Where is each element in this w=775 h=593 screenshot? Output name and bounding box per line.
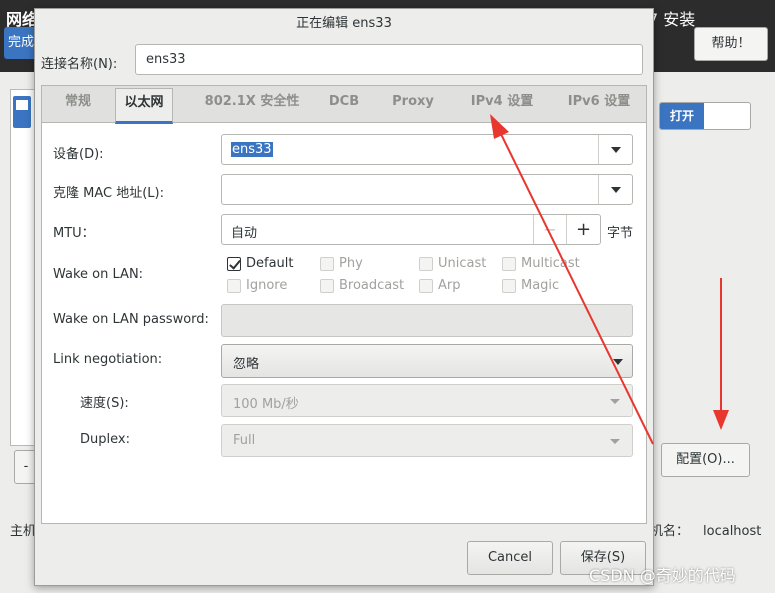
checkbox-icon bbox=[502, 279, 516, 293]
speed-value: 100 Mb/秒 bbox=[233, 397, 299, 412]
link-negotiation-value: 忽略 bbox=[233, 357, 260, 372]
wol-password-input[interactable] bbox=[221, 304, 633, 337]
chevron-down-icon[interactable] bbox=[611, 147, 621, 153]
tab-8021x-security[interactable]: 802.1X 安全性 bbox=[196, 86, 308, 122]
dialog-title: 正在编辑 ens33 bbox=[296, 16, 392, 31]
checkbox-icon bbox=[502, 257, 516, 271]
clone-mac-label: 克隆 MAC 地址(L): bbox=[53, 186, 164, 201]
tab-ipv4-settings[interactable]: IPv4 设置 bbox=[462, 86, 542, 122]
network-card-icon bbox=[13, 96, 31, 128]
tab-ipv6-settings[interactable]: IPv6 设置 bbox=[559, 86, 639, 122]
checkbox-icon bbox=[320, 257, 334, 271]
link-negotiation-label: Link negotiation: bbox=[53, 352, 163, 367]
chevron-down-icon bbox=[613, 359, 623, 365]
chevron-down-icon bbox=[610, 439, 620, 444]
tab-general[interactable]: 常规 bbox=[58, 86, 98, 122]
hostname-row: 机名： localhost bbox=[650, 520, 761, 539]
configure-button[interactable]: 配置(O)... bbox=[661, 443, 750, 477]
checkbox-icon bbox=[320, 279, 334, 293]
done-button[interactable]: 完成 bbox=[4, 27, 38, 59]
installer-product-title: 7 安装 bbox=[648, 10, 696, 29]
cancel-button[interactable]: Cancel bbox=[467, 541, 553, 575]
duplex-select[interactable]: Full bbox=[221, 424, 633, 457]
clone-mac-combo[interactable] bbox=[221, 174, 633, 205]
ethernet-toggle[interactable]: 打开 bbox=[659, 102, 751, 130]
device-label: 设备(D): bbox=[53, 147, 104, 162]
hostname-label: 机名： bbox=[650, 524, 690, 539]
duplex-label: Duplex: bbox=[80, 432, 130, 447]
toggle-on-label: 打开 bbox=[660, 103, 704, 129]
csdn-watermark: CSDN @奇妙的代码 bbox=[589, 566, 736, 585]
wol-password-label: Wake on LAN password: bbox=[53, 312, 209, 327]
checkbox-icon bbox=[419, 279, 433, 293]
device-combo[interactable]: ens33 bbox=[221, 134, 633, 165]
hostname-label-left: 主机 bbox=[10, 524, 37, 539]
tab-ethernet[interactable]: 以太网 bbox=[115, 88, 173, 124]
device-value: ens33 bbox=[231, 142, 273, 157]
connection-name-input[interactable] bbox=[135, 44, 643, 75]
chevron-down-icon bbox=[610, 399, 620, 404]
mtu-increment-button[interactable]: + bbox=[566, 215, 600, 244]
checkbox-icon bbox=[227, 279, 241, 293]
link-negotiation-select[interactable]: 忽略 bbox=[221, 344, 633, 378]
speed-label: 速度(S): bbox=[80, 396, 129, 411]
mtu-label: MTU： bbox=[53, 226, 95, 241]
speed-select[interactable]: 100 Mb/秒 bbox=[221, 384, 633, 417]
checkbox-icon bbox=[227, 257, 241, 271]
connection-name-label: 连接名称(N): bbox=[41, 57, 118, 72]
tab-bar: 常规 以太网 802.1X 安全性 DCB Proxy IPv4 设置 IPv6… bbox=[42, 86, 646, 124]
mtu-spinbutton[interactable]: 自动 − + bbox=[221, 214, 601, 245]
hostname-value: localhost bbox=[703, 524, 762, 539]
help-button[interactable]: 帮助！ bbox=[694, 27, 768, 61]
mtu-decrement-button[interactable]: − bbox=[533, 215, 566, 244]
mtu-value: 自动 bbox=[231, 226, 258, 241]
chevron-down-icon[interactable] bbox=[611, 187, 621, 193]
duplex-value: Full bbox=[233, 433, 256, 448]
edit-connection-dialog: 正在编辑 ens33 连接名称(N): 常规 以太网 802.1X 安全性 DC… bbox=[34, 8, 654, 586]
mtu-unit: 字节 bbox=[607, 226, 634, 241]
tab-proxy[interactable]: Proxy bbox=[388, 86, 438, 122]
tab-dcb[interactable]: DCB bbox=[324, 86, 364, 122]
checkbox-icon bbox=[419, 257, 433, 271]
wake-on-lan-label: Wake on LAN: bbox=[53, 267, 144, 282]
